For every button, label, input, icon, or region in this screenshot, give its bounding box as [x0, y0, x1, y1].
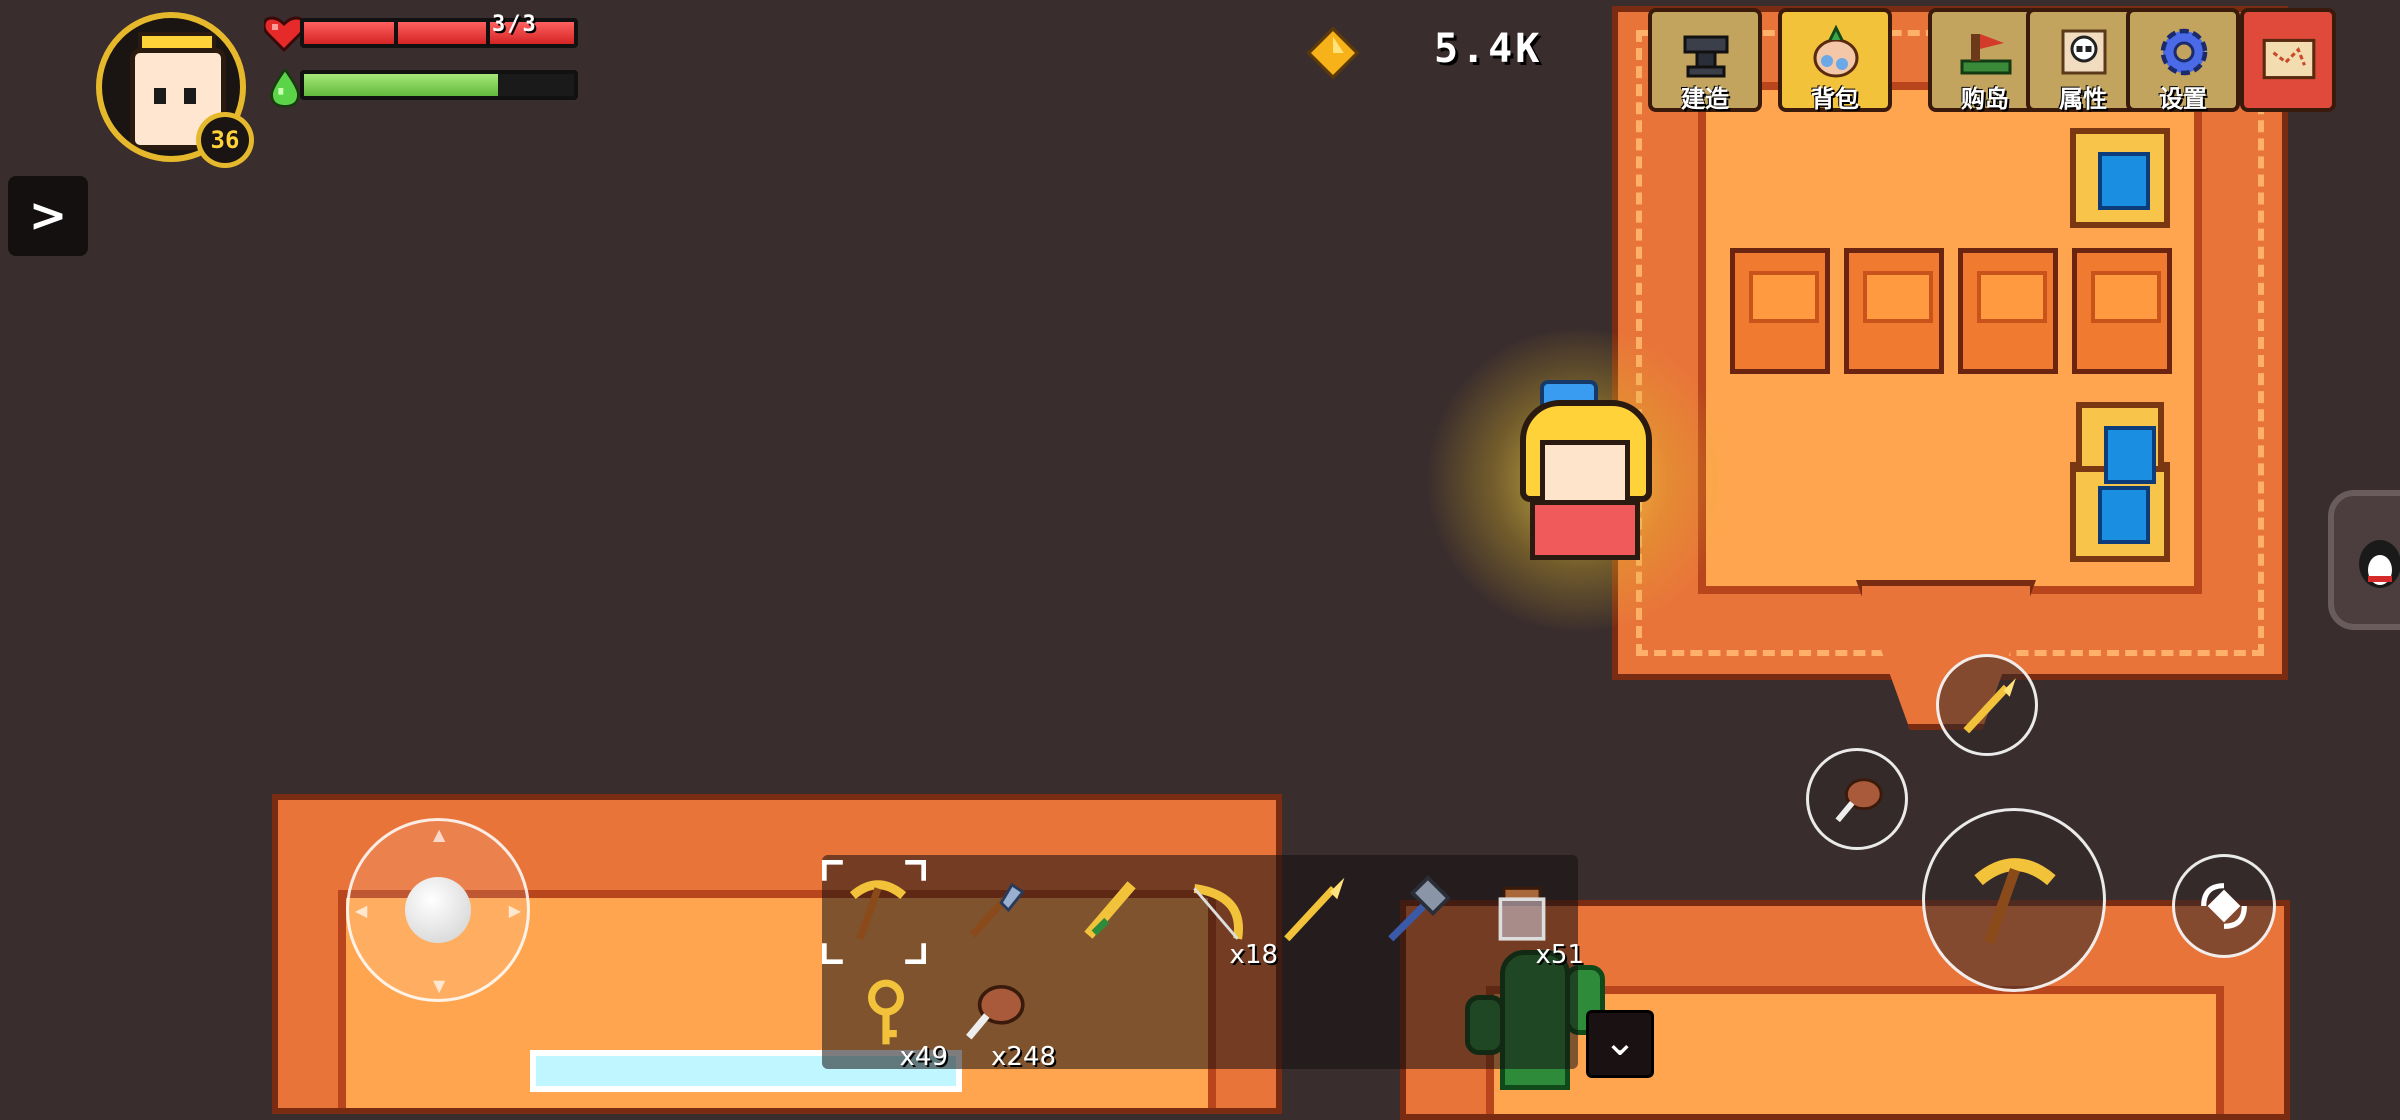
- spear-icon: [1284, 877, 1345, 942]
- attack-button[interactable]: [1922, 808, 2106, 992]
- stone-block: [1730, 248, 1830, 374]
- backpack-label: 背包: [1811, 85, 1859, 113]
- hotbar-expand-button[interactable]: ⌄: [1586, 1010, 1654, 1078]
- golden-sword-icon: [1084, 881, 1136, 939]
- build-label: 建造: [1681, 85, 1729, 113]
- gem-count: 5.4K: [1434, 26, 1543, 72]
- energy-bar-fill: [304, 74, 499, 96]
- key-icon: [868, 979, 904, 1045]
- joystick-right-arrow: ▶: [508, 901, 521, 920]
- hotbar-slot[interactable]: [1054, 860, 1164, 964]
- selected-slot-frame: [822, 860, 926, 964]
- meat-icon: [1835, 778, 1883, 823]
- map-scroll-icon: [2262, 38, 2316, 80]
- attributes-label: 属性: [2059, 85, 2107, 113]
- player-character: [1500, 380, 1670, 560]
- island-icon: [1960, 34, 2012, 75]
- character-body: [1530, 500, 1640, 560]
- health-text: 3/3: [492, 12, 538, 37]
- jar-icon: [1498, 886, 1546, 941]
- joystick-down-arrow: ▼: [433, 976, 446, 995]
- stone-block: [1844, 248, 1944, 374]
- hotbar-slot[interactable]: [1256, 860, 1366, 964]
- slot-count: x51: [1535, 940, 1584, 970]
- hammer-icon: [1388, 875, 1451, 942]
- joystick-knob[interactable]: [405, 877, 471, 943]
- scroll-skull-icon: [2061, 29, 2107, 75]
- level-badge: 36: [196, 112, 254, 168]
- movement-joystick[interactable]: ▲ ▼ ◀ ▶: [346, 818, 530, 1002]
- pickaxe-icon: [1974, 858, 2056, 945]
- energy-drop-icon: [270, 68, 300, 108]
- hotbar-slot[interactable]: x49: [830, 962, 948, 1072]
- hotbar-slot[interactable]: [1360, 860, 1470, 964]
- gold-pillar: [2076, 402, 2164, 484]
- hotbar-slot[interactable]: [938, 860, 1048, 964]
- settings-button[interactable]: 设置: [2126, 8, 2240, 113]
- penguin-icon: [2359, 540, 2400, 588]
- settings-label: 设置: [2159, 85, 2207, 113]
- map-button[interactable]: [2240, 8, 2336, 112]
- stone-block: [2072, 248, 2172, 374]
- buy-island-label: 购岛: [1961, 85, 2009, 113]
- backpack-icon: [1813, 24, 1859, 78]
- weapon-quick-slot-button[interactable]: [1936, 654, 2038, 756]
- stone-block: [1958, 248, 2058, 374]
- slot-count: x248: [990, 1042, 1056, 1072]
- build-button[interactable]: 建造: [1648, 8, 1762, 113]
- bow-icon: [1193, 883, 1243, 940]
- dodge-button[interactable]: [2172, 854, 2276, 958]
- joystick-left-arrow: ◀: [355, 901, 368, 920]
- health-segment-divider: [394, 22, 398, 44]
- side-companion-tab[interactable]: [2328, 490, 2400, 630]
- shovel-icon: [969, 882, 1025, 938]
- meat-icon: [966, 985, 1025, 1040]
- gear-icon: [2160, 28, 2208, 76]
- hotbar-slot[interactable]: x51: [1466, 860, 1584, 970]
- avatar-eye: [184, 88, 196, 104]
- hotbar-slot[interactable]: x248: [938, 962, 1056, 1072]
- avatar-eye: [154, 88, 166, 104]
- heart-icon: [264, 16, 304, 52]
- eat-food-button[interactable]: [1806, 748, 1908, 850]
- gem-icon: [1306, 26, 1360, 80]
- dodge-roll-icon: [2201, 883, 2247, 929]
- anvil-icon: [1683, 35, 1729, 78]
- joystick-up-arrow: ▲: [433, 825, 446, 844]
- side-panel-toggle-button[interactable]: >: [8, 176, 88, 256]
- hotbar-slot[interactable]: x18: [1160, 860, 1278, 970]
- backpack-button[interactable]: 背包: [1778, 8, 1892, 113]
- golden-spear-icon: [1963, 678, 2016, 734]
- attributes-button[interactable]: 属性: [2026, 8, 2140, 113]
- water-pillar: [2070, 128, 2170, 228]
- energy-bar: [300, 70, 578, 100]
- health-segment-divider: [486, 22, 490, 44]
- buy-island-button[interactable]: 购岛: [1928, 8, 2042, 113]
